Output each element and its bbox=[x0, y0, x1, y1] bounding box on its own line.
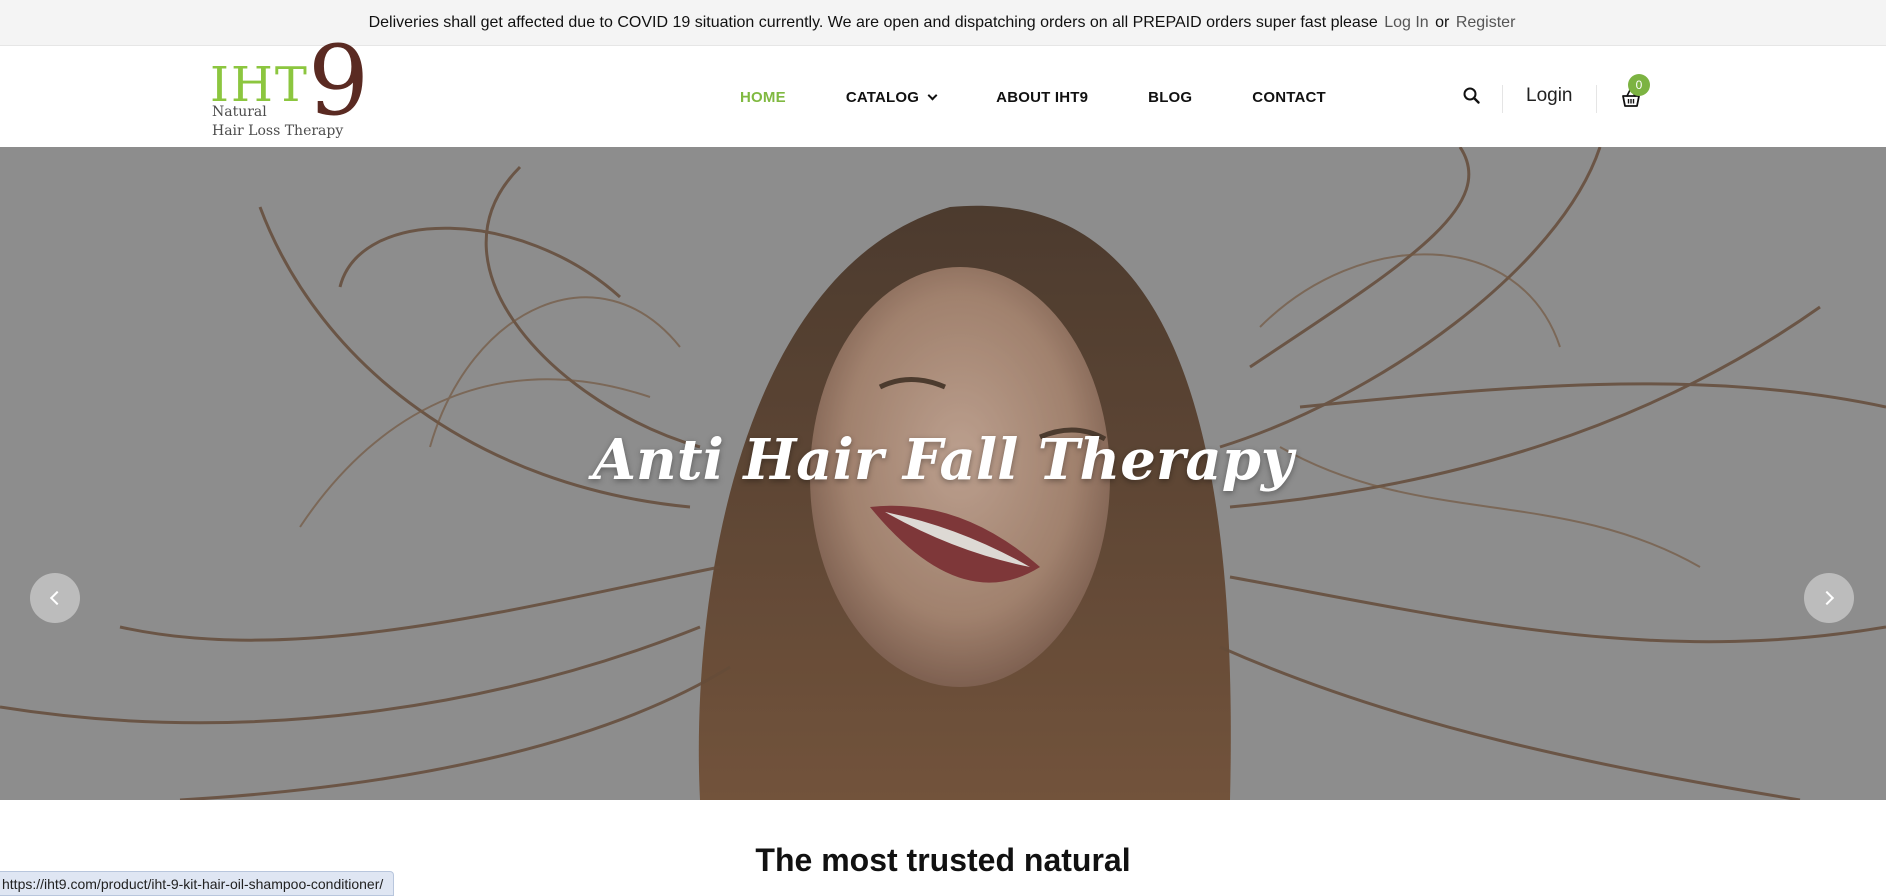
main-nav: HOME CATALOG ABOUT IHT9 BLOG CONTACT bbox=[740, 47, 1386, 147]
nav-item-blog[interactable]: BLOG bbox=[1148, 89, 1192, 106]
nav-item-catalog[interactable]: CATALOG bbox=[845, 88, 938, 106]
browser-status-url: https://iht9.com/product/iht-9-kit-hair-… bbox=[0, 871, 395, 896]
logo-tagline-2: Hair Loss Therapy bbox=[212, 123, 344, 139]
section-title: The most trusted natural bbox=[755, 842, 1131, 878]
chevron-right-icon bbox=[1819, 590, 1835, 606]
nav-home-label: HOME bbox=[740, 88, 786, 106]
header-divider bbox=[1502, 85, 1503, 113]
nav-item-about[interactable]: ABOUT IHT9 bbox=[996, 89, 1088, 106]
announcement-bar: Deliveries shall get affected due to COV… bbox=[0, 0, 1886, 46]
nav-blog-label: BLOG bbox=[1148, 88, 1193, 106]
slider-next-button[interactable] bbox=[1804, 573, 1854, 623]
cart-count-badge: 0 bbox=[1628, 74, 1650, 96]
nav-item-contact[interactable]: CONTACT bbox=[1252, 89, 1326, 106]
nav-about-label: ABOUT IHT9 bbox=[996, 88, 1089, 106]
hero-slider: Anti Hair Fall Therapy bbox=[0, 147, 1886, 800]
search-button[interactable] bbox=[1462, 86, 1482, 106]
announcement-or: or bbox=[1435, 13, 1450, 31]
slider-prev-button[interactable] bbox=[30, 573, 80, 623]
announcement-text: Deliveries shall get affected due to COV… bbox=[368, 13, 1378, 31]
login-link[interactable]: Login bbox=[1526, 85, 1573, 107]
nav-contact-label: CONTACT bbox=[1252, 88, 1326, 106]
site-logo[interactable]: IHT 9 Natural Hair Loss Therapy bbox=[208, 33, 378, 147]
hero-title: Anti Hair Fall Therapy bbox=[592, 427, 1294, 493]
search-icon bbox=[1463, 87, 1480, 104]
site-header: IHT 9 Natural Hair Loss Therapy HOME CAT… bbox=[0, 33, 1886, 147]
content-card: The most trusted natural bbox=[193, 800, 1693, 896]
announcement-login-link[interactable]: Log In bbox=[1384, 14, 1428, 32]
logo-tagline-1: Natural bbox=[212, 104, 267, 120]
nav-catalog-label: CATALOG bbox=[845, 88, 920, 106]
logo-digit: 9 bbox=[308, 25, 370, 137]
nav-item-home[interactable]: HOME bbox=[740, 89, 786, 106]
chevron-left-icon bbox=[49, 590, 65, 606]
header-divider bbox=[1596, 85, 1597, 113]
chevron-down-icon bbox=[927, 90, 938, 100]
announcement-register-link[interactable]: Register bbox=[1456, 14, 1516, 32]
